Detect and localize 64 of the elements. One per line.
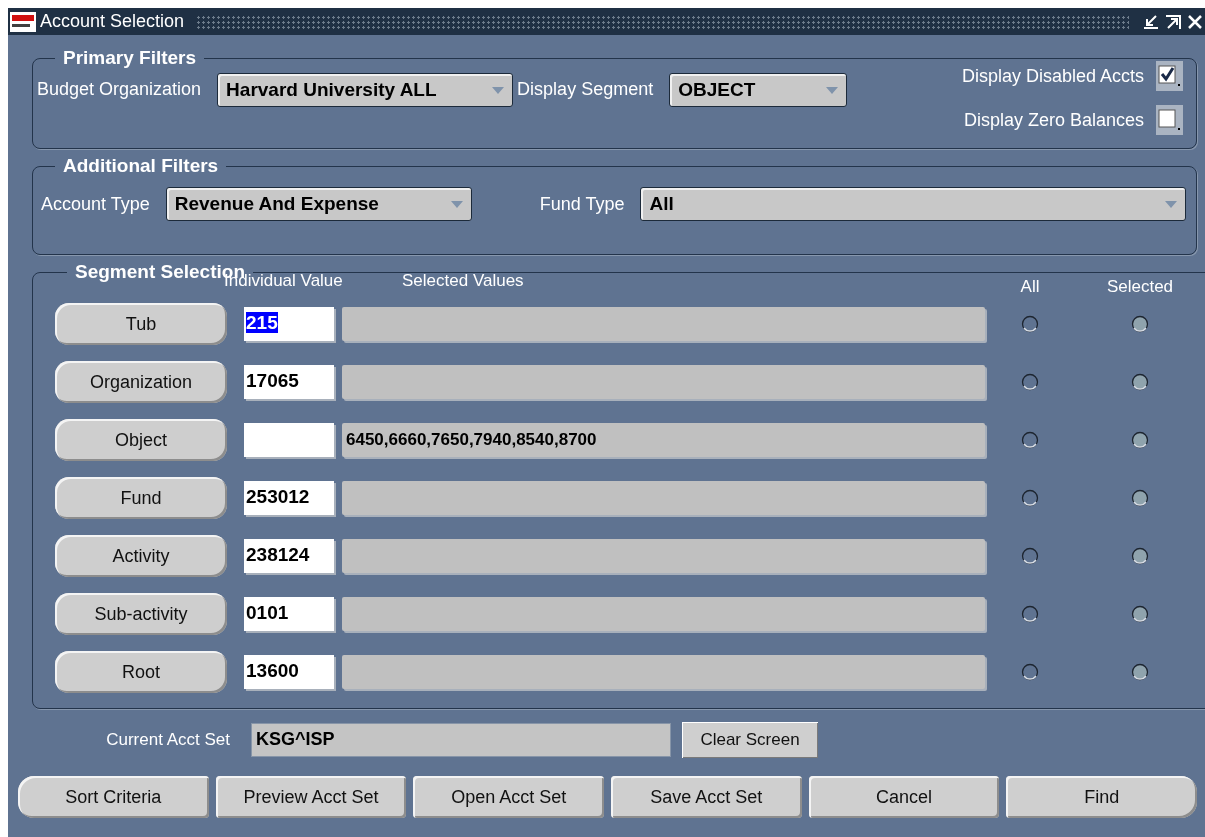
field-label: Budget Organization <box>37 79 202 100</box>
radio-button[interactable] <box>1021 604 1039 624</box>
input-field[interactable]: 0101 <box>244 597 334 631</box>
clear-screen-button[interactable]: Clear Screen <box>682 722 818 758</box>
radio-button[interactable] <box>1131 372 1149 392</box>
radio-button[interactable] <box>1131 488 1149 508</box>
radio-button[interactable] <box>1131 546 1149 566</box>
dropdown[interactable]: OBJECT <box>669 73 848 107</box>
dropdown[interactable]: All <box>640 187 1186 221</box>
segment-button[interactable]: Sub-activity <box>55 593 227 635</box>
action-button[interactable]: Open Acct Set <box>413 776 604 818</box>
radio-button[interactable] <box>1021 314 1039 334</box>
input-field[interactable]: 253012 <box>244 481 334 515</box>
checkbox-label: Display Disabled Accts <box>961 65 1144 87</box>
caret-icon <box>492 87 505 94</box>
radio-button[interactable] <box>1021 372 1039 392</box>
radio-button[interactable] <box>1131 430 1149 450</box>
close-icon[interactable] <box>1187 13 1203 30</box>
field-label: Fund Type <box>539 193 625 215</box>
segment-button[interactable]: Fund <box>55 477 227 519</box>
field-label: Display Segment <box>517 79 654 100</box>
section-title: Additional Filters <box>62 155 220 177</box>
dropdown[interactable]: Revenue And Expense <box>165 187 472 221</box>
column-header: All <box>1020 277 1040 297</box>
caret-icon <box>826 87 839 94</box>
selected-values-field: 6450,6660,7650,7940,8540,8700 <box>342 423 985 457</box>
input-field[interactable]: 238124 <box>244 539 334 573</box>
checkbox[interactable] <box>1156 61 1186 91</box>
segment-button[interactable]: Tub <box>55 303 227 345</box>
radio-button[interactable] <box>1131 314 1149 334</box>
action-button[interactable]: Cancel <box>808 776 1000 818</box>
action-button[interactable]: Find <box>1006 776 1198 818</box>
segment-button[interactable]: Organization <box>55 361 227 403</box>
caret-icon <box>450 201 463 208</box>
radio-button[interactable] <box>1021 546 1039 566</box>
radio-button[interactable] <box>1131 604 1149 624</box>
field-label: Current Acct Set <box>105 730 230 750</box>
action-button[interactable]: Preview Acct Set <box>215 776 407 818</box>
dropdown[interactable]: Harvard University ALL <box>217 73 514 107</box>
section-title: Primary Filters <box>62 47 198 69</box>
segment-button[interactable]: Activity <box>55 535 227 577</box>
minimize-icon[interactable] <box>1143 13 1159 30</box>
radio-button[interactable] <box>1021 662 1039 682</box>
app-icon <box>10 11 36 32</box>
radio-button[interactable] <box>1131 662 1149 682</box>
input-field[interactable] <box>244 423 334 457</box>
column-header: Selected <box>1106 277 1174 297</box>
segment-button[interactable]: Object <box>55 419 227 461</box>
maximize-icon[interactable] <box>1165 13 1181 30</box>
radio-button[interactable] <box>1021 488 1039 508</box>
caret-icon <box>1165 201 1177 208</box>
action-button[interactable]: Sort Criteria <box>18 776 209 818</box>
segment-button[interactable]: Root <box>55 651 227 693</box>
title-bar-grip[interactable] <box>196 14 1129 29</box>
input-field[interactable]: 215 <box>244 307 334 341</box>
action-button[interactable]: Save Acct Set <box>611 776 802 818</box>
field-label: Account Type <box>41 193 150 215</box>
input-field[interactable]: 13600 <box>244 655 334 689</box>
checkbox-label: Display Zero Balances <box>963 109 1144 131</box>
radio-button[interactable] <box>1021 430 1039 450</box>
input-field[interactable]: 17065 <box>244 365 334 399</box>
window-title: Account Selection <box>40 11 185 32</box>
column-header: Selected Values <box>402 271 524 291</box>
checkbox[interactable] <box>1156 105 1186 135</box>
